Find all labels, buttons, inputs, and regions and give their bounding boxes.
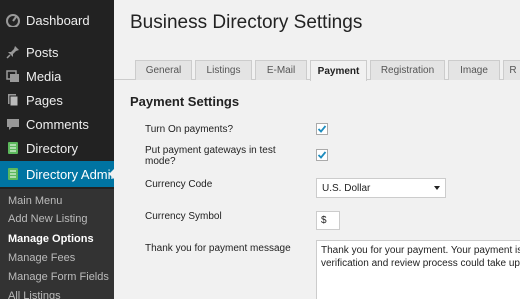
sidebar-item-posts[interactable]: Posts (0, 40, 114, 64)
admin-sidebar: Dashboard Posts Media Pages Comments Dir… (0, 0, 114, 299)
pin-icon (6, 45, 20, 59)
currency-code-label: Currency Code (145, 179, 213, 190)
test-mode-checkbox[interactable] (316, 149, 328, 161)
tab-listings[interactable]: Listings (195, 60, 252, 80)
sidebar-item-label: Dashboard (26, 12, 90, 28)
sidebar-item-label: Media (26, 68, 62, 84)
comments-icon (6, 117, 20, 131)
checkmark-icon (317, 151, 327, 159)
submenu-item-manage-form-fields[interactable]: Manage Form Fields (8, 271, 109, 283)
submenu-item-manage-fees[interactable]: Manage Fees (8, 252, 75, 264)
turn-on-payments-checkbox[interactable] (316, 123, 328, 135)
sidebar-item-label: Posts (26, 44, 59, 60)
thank-you-message-textarea[interactable]: Thank you for your payment. Your payment… (316, 240, 520, 299)
test-mode-label-line1: Put payment gateways in test (145, 145, 276, 156)
currency-symbol-value: $ (321, 215, 327, 226)
submenu-item-main-menu[interactable]: Main Menu (8, 195, 62, 207)
directory-icon (6, 141, 20, 155)
dashboard-icon (6, 13, 20, 27)
test-mode-label: Put payment gateways in test mode? (145, 145, 276, 167)
test-mode-label-line2: mode? (145, 156, 176, 167)
tab-more[interactable]: R (503, 60, 520, 80)
thank-you-message-line1: Thank you for your payment. Your payment… (321, 245, 520, 256)
section-title: Payment Settings (130, 94, 240, 109)
currency-symbol-input[interactable]: $ (316, 211, 340, 230)
currency-code-value: U.S. Dollar (322, 182, 371, 194)
tab-payment[interactable]: Payment (310, 60, 367, 81)
submenu-item-manage-options[interactable]: Manage Options (8, 233, 94, 245)
submenu-item-add-new-listing[interactable]: Add New Listing (8, 213, 88, 225)
sidebar-item-label: Directory Admin (26, 166, 114, 182)
sidebar-item-label: Directory (26, 140, 79, 156)
pages-icon (6, 93, 20, 107)
thank-you-message-line2: verification and review process could ta… (321, 258, 520, 269)
sidebar-item-comments[interactable]: Comments (0, 112, 114, 136)
tab-image[interactable]: Image (448, 60, 500, 80)
chevron-down-icon (434, 186, 440, 190)
settings-tabs: General Listings E-Mail Payment Registra… (114, 58, 520, 81)
turn-on-payments-label: Turn On payments? (145, 124, 234, 135)
tab-email[interactable]: E-Mail (255, 60, 307, 80)
active-indicator (109, 168, 114, 180)
sidebar-item-media[interactable]: Media (0, 64, 114, 88)
tab-registration[interactable]: Registration (370, 60, 445, 80)
checkmark-icon (317, 125, 327, 133)
thank-you-message-label: Thank you for payment message (145, 243, 291, 254)
sidebar-item-label: Pages (26, 92, 63, 108)
currency-code-select[interactable]: U.S. Dollar (316, 178, 446, 198)
sidebar-item-label: Comments (26, 116, 89, 132)
sidebar-item-dashboard[interactable]: Dashboard (0, 8, 114, 32)
currency-symbol-label: Currency Symbol (145, 211, 222, 222)
media-icon (6, 69, 20, 83)
directory-admin-submenu: Main Menu Add New Listing Manage Options… (0, 189, 114, 299)
page-title: Business Directory Settings (130, 12, 363, 33)
submenu-item-all-listings[interactable]: All Listings (8, 290, 61, 299)
sidebar-item-pages[interactable]: Pages (0, 88, 114, 112)
sidebar-item-directory[interactable]: Directory (0, 136, 114, 160)
sidebar-item-directory-admin[interactable]: Directory Admin (0, 161, 114, 187)
directory-admin-icon (6, 167, 20, 181)
tab-general[interactable]: General (135, 60, 192, 80)
